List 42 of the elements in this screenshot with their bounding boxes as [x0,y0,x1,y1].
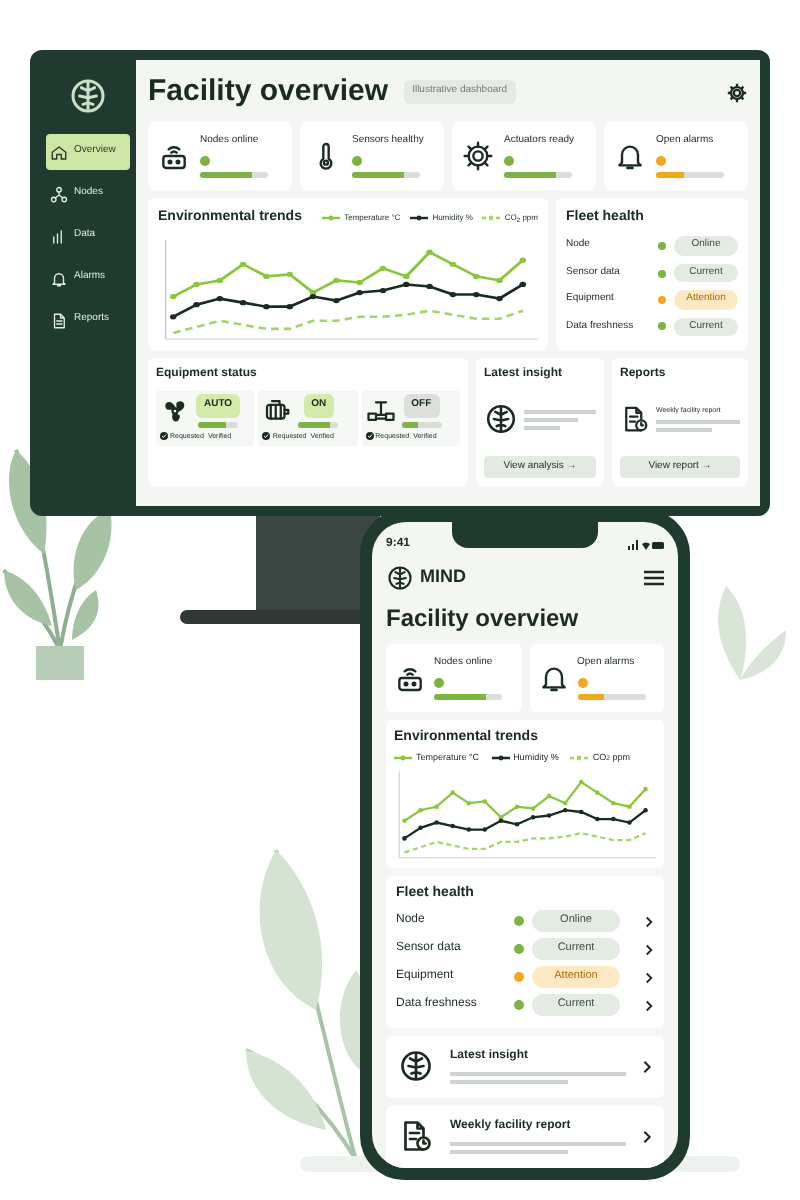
gear-icon [462,140,494,172]
progress-bar [504,171,572,178]
progress-bar [434,693,502,700]
fan-icon [160,395,190,426]
progress-bar [298,421,339,427]
motor-icon [262,395,293,426]
brand-name: MIND [420,564,466,591]
text-placeholder-lines [524,409,596,430]
status-icons [628,539,664,549]
router-icon [158,140,190,172]
valve-icon [365,395,396,426]
chevron-icon[interactable] [642,1129,652,1143]
chevron-icon[interactable] [644,999,654,1011]
progress-bar [656,171,724,178]
progress-bar [577,693,645,700]
page-title: Facility overview [386,602,581,636]
chevron-icon[interactable] [644,915,654,927]
progress-bar [200,171,268,178]
router-icon [394,662,426,694]
brain-icon [398,1048,434,1084]
chevron-icon[interactable] [642,1059,652,1073]
chevron-icon[interactable] [644,943,654,955]
document-clock-icon [398,1118,434,1154]
chevron-icon[interactable] [644,971,654,983]
brain-icon [484,402,518,437]
settings-icon[interactable] [726,81,748,103]
brain-icon [68,76,108,116]
progress-bar [198,421,239,427]
home-icon [50,143,68,161]
document-icon [50,311,68,329]
progress-bar [401,421,442,427]
bell-icon [537,662,569,694]
progress-bar [352,171,420,178]
bell-icon [50,269,68,287]
document-clock-icon [620,404,650,435]
text-placeholder-lines [656,420,740,433]
bell-icon [614,140,646,172]
network-icon [50,185,68,203]
brain-icon [386,564,414,592]
menu-icon[interactable] [644,570,664,586]
bar-chart-icon [50,227,68,245]
page-title: Facility overview [148,71,389,112]
